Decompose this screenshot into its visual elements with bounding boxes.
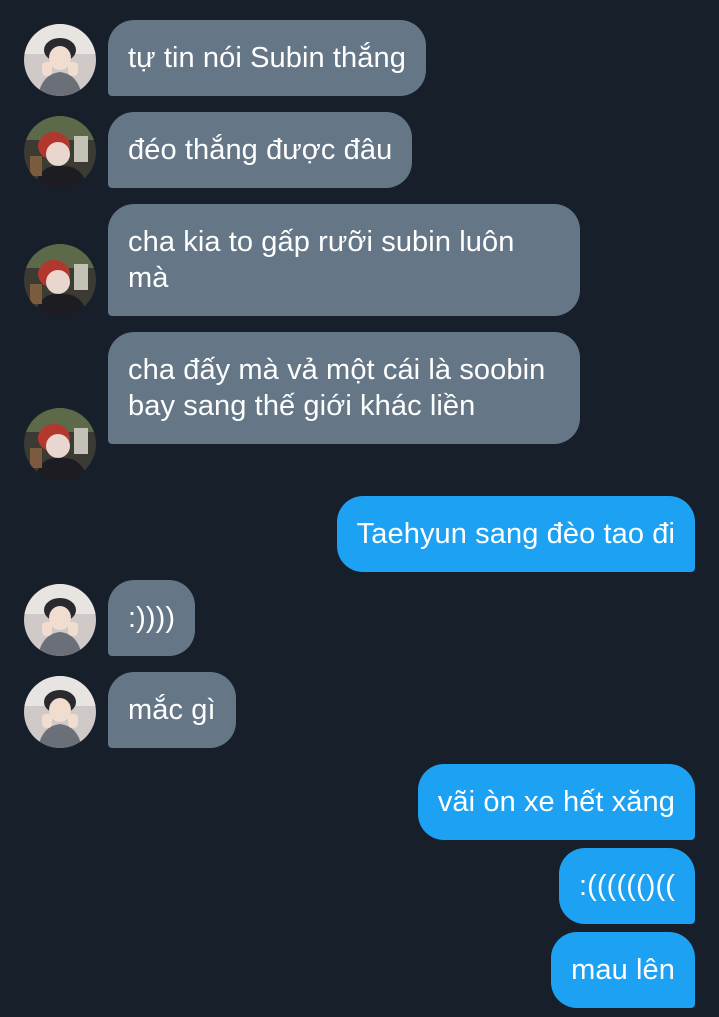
profile-photo-icon: [24, 676, 96, 748]
outgoing-message[interactable]: Taehyun sang đèo tao đi: [336, 496, 695, 572]
avatar[interactable]: [24, 116, 96, 188]
avatar[interactable]: [24, 584, 96, 656]
incoming-message[interactable]: đéo thắng được đâu: [108, 112, 413, 188]
profile-photo-icon: [24, 24, 96, 96]
incoming-message[interactable]: cha kia to gấp rưỡi subin luôn mà: [108, 204, 580, 316]
profile-photo-icon: [24, 584, 96, 656]
profile-photo-icon: [24, 244, 96, 316]
outgoing-message[interactable]: :(((((()((: [559, 848, 695, 924]
incoming-message[interactable]: cha đấy mà vả một cái là soobin bay sang…: [108, 332, 580, 444]
avatar[interactable]: [24, 24, 96, 96]
incoming-message[interactable]: :)))): [108, 580, 196, 656]
outgoing-message[interactable]: mau lên: [551, 932, 695, 1008]
incoming-message[interactable]: tự tin nói Subin thắng: [108, 20, 426, 96]
avatar[interactable]: [24, 676, 96, 748]
avatar[interactable]: [24, 408, 96, 480]
profile-photo-icon: [24, 116, 96, 188]
avatar[interactable]: [24, 244, 96, 316]
incoming-message[interactable]: mắc gì: [108, 672, 236, 748]
outgoing-message[interactable]: vãi òn xe hết xăng: [417, 764, 695, 840]
profile-photo-icon: [24, 408, 96, 480]
